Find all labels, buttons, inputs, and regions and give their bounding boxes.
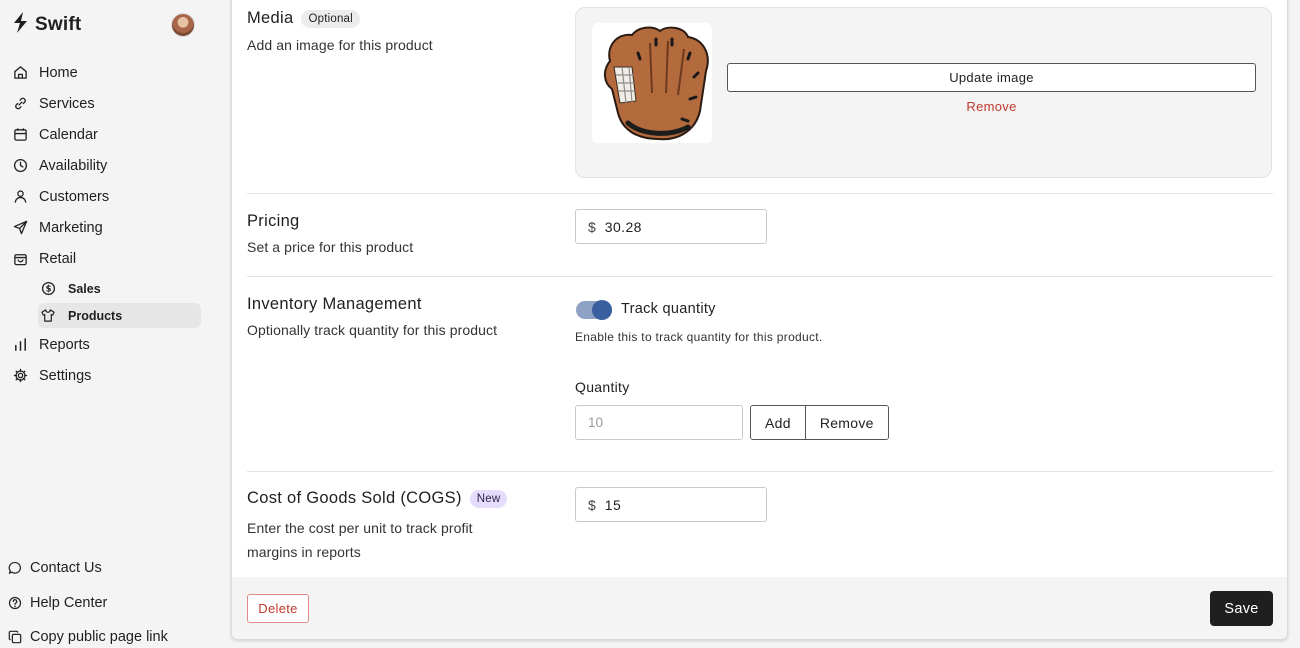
help-center-label: Help Center (30, 594, 108, 611)
remove-quantity-button[interactable]: Remove (804, 406, 888, 439)
media-box: Update image Remove (575, 7, 1272, 178)
pricing-section-header: Pricing Set a price for this product (247, 212, 413, 255)
inventory-title: Inventory Management (247, 295, 422, 313)
currency-symbol: $ (588, 218, 596, 235)
sidebar: Swift Home Services Calendar Availabilit… (0, 0, 208, 648)
sidebar-bottom-links: Contact Us Help Center Copy public page … (0, 551, 208, 648)
sidebar-item-label: Retail (39, 250, 77, 267)
chat-bubble-icon (8, 561, 22, 575)
gear-icon (12, 368, 28, 384)
copy-icon (8, 630, 22, 644)
shirt-icon (40, 308, 56, 324)
product-form-card: Media Optional Add an image for this pro… (231, 0, 1288, 640)
inventory-section-header: Inventory Management Optionally track qu… (247, 295, 497, 338)
sidebar-item-reports[interactable]: Reports (0, 329, 208, 360)
toggle-knob (592, 300, 612, 320)
media-title: Media (247, 9, 294, 27)
calendar-icon (12, 127, 28, 143)
sidebar-item-marketing[interactable]: Marketing (0, 212, 208, 243)
avatar[interactable] (171, 13, 195, 37)
sidebar-item-label: Customers (39, 188, 110, 205)
link-icon (12, 96, 28, 112)
divider (247, 193, 1273, 194)
price-value: 30.28 (604, 218, 642, 235)
contact-us-label: Contact Us (30, 560, 102, 577)
bar-chart-icon (12, 337, 28, 353)
media-title-row: Media Optional (247, 9, 433, 28)
track-quantity-toggle[interactable] (576, 300, 612, 320)
price-input[interactable]: $ 30.28 (575, 209, 767, 244)
send-icon (12, 220, 28, 236)
quantity-button-group: Add Remove (750, 405, 889, 440)
sidebar-item-calendar[interactable]: Calendar (0, 119, 208, 150)
sidebar-item-settings[interactable]: Settings (0, 360, 208, 391)
sidebar-item-home[interactable]: Home (0, 57, 208, 88)
sidebar-item-label: Sales (68, 281, 101, 296)
pricing-description: Set a price for this product (247, 239, 414, 255)
cogs-description-line: margins in reports (247, 544, 361, 560)
sidebar-item-retail[interactable]: Retail (0, 243, 208, 274)
track-quantity-label: Track quantity (621, 301, 716, 317)
sidebar-item-label: Reports (39, 336, 90, 353)
cogs-input[interactable]: $ 15 (575, 487, 767, 522)
save-button[interactable]: Save (1210, 591, 1273, 626)
swift-logo-icon (12, 12, 29, 38)
delete-button[interactable]: Delete (247, 594, 309, 623)
media-description: Add an image for this product (247, 37, 433, 53)
clock-icon (12, 158, 28, 174)
optional-badge: Optional (301, 9, 360, 28)
brand[interactable]: Swift (12, 12, 81, 38)
sidebar-item-label: Marketing (39, 219, 103, 236)
sidebar-item-label: Calendar (39, 126, 98, 143)
contact-us-link[interactable]: Contact Us (0, 551, 208, 586)
divider (247, 276, 1273, 277)
update-image-button[interactable]: Update image (727, 63, 1256, 92)
cogs-value: 15 (604, 496, 622, 513)
sidebar-item-label: Home (39, 64, 78, 81)
bag-icon (12, 251, 28, 267)
baseball-glove-icon (604, 26, 709, 141)
help-center-link[interactable]: Help Center (0, 586, 208, 621)
sidebar-nav: Home Services Calendar Availability Cust… (0, 57, 208, 391)
home-icon (12, 65, 28, 81)
inventory-description: Optionally track quantity for this produ… (247, 322, 498, 338)
media-section-header: Media Optional Add an image for this pro… (247, 9, 433, 53)
quantity-label: Quantity (575, 379, 630, 395)
cogs-section-header: Cost of Goods Sold (COGS) New Enter the … (247, 489, 508, 564)
brand-name: Swift (35, 14, 82, 35)
copy-public-page-link-label: Copy public page link (30, 629, 168, 646)
sidebar-item-sales[interactable]: $ Sales (38, 276, 201, 301)
sidebar-item-customers[interactable]: Customers (0, 181, 208, 212)
currency-symbol: $ (588, 496, 596, 513)
copy-public-page-link[interactable]: Copy public page link (0, 620, 208, 648)
quantity-input[interactable] (575, 405, 743, 440)
new-badge: New (469, 489, 508, 508)
sidebar-item-label: Services (39, 95, 95, 112)
remove-image-link[interactable]: Remove (727, 99, 1256, 114)
sidebar-item-label: Settings (39, 367, 92, 384)
sidebar-item-services[interactable]: Services (0, 88, 208, 119)
track-quantity-help: Enable this to track quantity for this p… (575, 330, 823, 344)
sidebar-item-label: Availability (39, 157, 108, 174)
sidebar-item-label: Products (68, 308, 123, 323)
cogs-title: Cost of Goods Sold (COGS) (247, 489, 462, 507)
product-image (592, 23, 712, 143)
pricing-title: Pricing (247, 212, 300, 230)
divider (247, 471, 1273, 472)
cogs-title-row: Cost of Goods Sold (COGS) New (247, 489, 508, 508)
svg-text:$: $ (45, 284, 51, 294)
dollar-circle-icon: $ (40, 281, 56, 297)
cogs-description: Enter the cost per unit to track profit … (247, 516, 507, 564)
sidebar-item-availability[interactable]: Availability (0, 150, 208, 181)
person-icon (12, 189, 28, 205)
sidebar-item-products[interactable]: Products (38, 303, 201, 328)
form-footer: Delete Save (232, 577, 1287, 639)
cogs-description-line: Enter the cost per unit to track profit (247, 520, 473, 536)
help-circle-icon (8, 596, 22, 610)
add-quantity-button[interactable]: Add (751, 406, 805, 439)
